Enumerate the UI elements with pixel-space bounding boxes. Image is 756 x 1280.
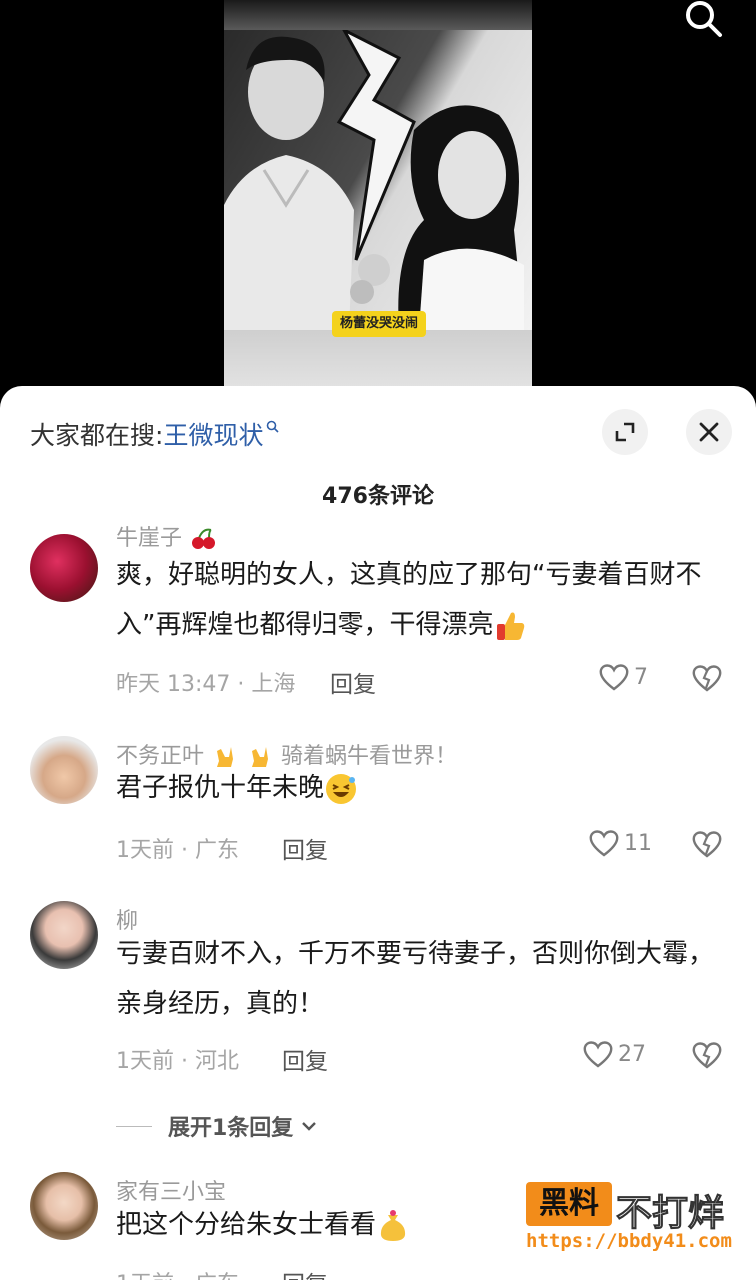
- avatar[interactable]: [30, 1172, 98, 1240]
- like-button[interactable]: 7: [598, 662, 648, 692]
- like-button[interactable]: 27: [582, 1039, 646, 1069]
- comment-count: 476条评论: [322, 484, 434, 509]
- reply-button[interactable]: 回复: [282, 1042, 328, 1076]
- watermark-logo: 黑料 不打烊 https://bbdy41.com: [526, 1182, 736, 1262]
- expand-replies-button[interactable]: 展开1条回复: [116, 1110, 319, 1142]
- comment-item: 牛崖子 爽，好聪明的女人，这真的应了那句“亏妻着百财不入”再辉煌也都得归零，干得…: [0, 524, 756, 704]
- heart-icon: [583, 1041, 613, 1068]
- comment-meta: 昨天 13:47 · 上海: [116, 672, 296, 697]
- expand-icon: [615, 422, 635, 442]
- comment-meta: 1天前 · 广东: [116, 838, 239, 863]
- comment-item: 柳 亏妻百财不入，千万不要亏待妻子，否则你倒大霉，亲身经历，真的！ 1天前 · …: [0, 901, 756, 1101]
- reply-button[interactable]: 回复: [282, 831, 328, 865]
- reply-button[interactable]: 回复: [330, 665, 376, 699]
- video-caption: 杨蕾没哭没闹: [332, 311, 426, 337]
- search-button[interactable]: [680, 0, 726, 40]
- comment-username[interactable]: 牛崖子: [116, 520, 217, 552]
- cherry-icon: [192, 528, 216, 549]
- comment-meta: 1天前 · 广东: [116, 1266, 239, 1280]
- video-player[interactable]: 杨蕾没哭没闹: [0, 0, 756, 400]
- avatar[interactable]: [30, 901, 98, 969]
- video-photo: [224, 26, 532, 330]
- like-count: 27: [618, 1041, 646, 1067]
- watermark-brand: 黑料: [526, 1182, 612, 1226]
- expand-button[interactable]: [602, 409, 648, 455]
- hot-search-label: 大家都在搜:: [30, 421, 164, 450]
- dislike-button[interactable]: [690, 828, 726, 864]
- comment-meta: 1天前 · 河北: [116, 1049, 239, 1074]
- watermark-slogan: 不打烊: [615, 1193, 725, 1235]
- avatar[interactable]: [30, 736, 98, 804]
- comment-sheet: 大家都在搜:王微现状 476条评论 牛崖子 爽，好聪明的女人，这真的应了那句“亏…: [0, 386, 756, 1280]
- close-icon: [699, 422, 719, 442]
- comment-item: 不务正叶 骑着蜗牛看世界！ 君子报仇十年未晚 1天前 · 广东 回复 11: [0, 736, 756, 886]
- broken-heart-icon: [692, 1042, 722, 1069]
- thumbs-up-icon: [497, 612, 525, 640]
- divider: [116, 1125, 152, 1127]
- dislike-button[interactable]: [690, 662, 726, 698]
- broken-heart-icon: [692, 665, 722, 692]
- broken-heart-icon: [692, 831, 722, 858]
- heart-icon: [589, 830, 619, 857]
- comment-text: 亏妻百财不入，千万不要亏待妻子，否则你倒大霉，亲身经历，真的！: [116, 939, 715, 1019]
- close-button[interactable]: [686, 409, 732, 455]
- hot-search-bar: 大家都在搜:王微现状: [30, 416, 280, 452]
- laughing-emoji-icon: [326, 773, 357, 804]
- dislike-button[interactable]: [690, 1039, 726, 1075]
- like-count: 7: [634, 664, 648, 690]
- heart-icon: [599, 664, 629, 691]
- video-top-strip: [224, 0, 532, 30]
- money-bag-icon: [380, 1209, 406, 1241]
- comment-text: 君子报仇十年未晚: [116, 763, 726, 813]
- video-thumbnail[interactable]: 杨蕾没哭没闹: [224, 0, 532, 400]
- avatar[interactable]: [30, 534, 98, 602]
- like-button[interactable]: 11: [588, 828, 652, 858]
- search-icon: [267, 420, 280, 433]
- comment-text: 爽，好聪明的女人，这真的应了那句“亏妻着百财不入”再辉煌也都得归零，干得漂亮: [116, 550, 726, 650]
- hot-search-keyword[interactable]: 王微现状: [163, 421, 263, 450]
- like-count: 11: [624, 830, 652, 856]
- watermark-url: https://bbdy41.com: [526, 1230, 732, 1252]
- search-icon: [686, 1, 722, 37]
- reply-button[interactable]: 回复: [282, 1265, 328, 1280]
- chevron-down-icon: [302, 1122, 317, 1131]
